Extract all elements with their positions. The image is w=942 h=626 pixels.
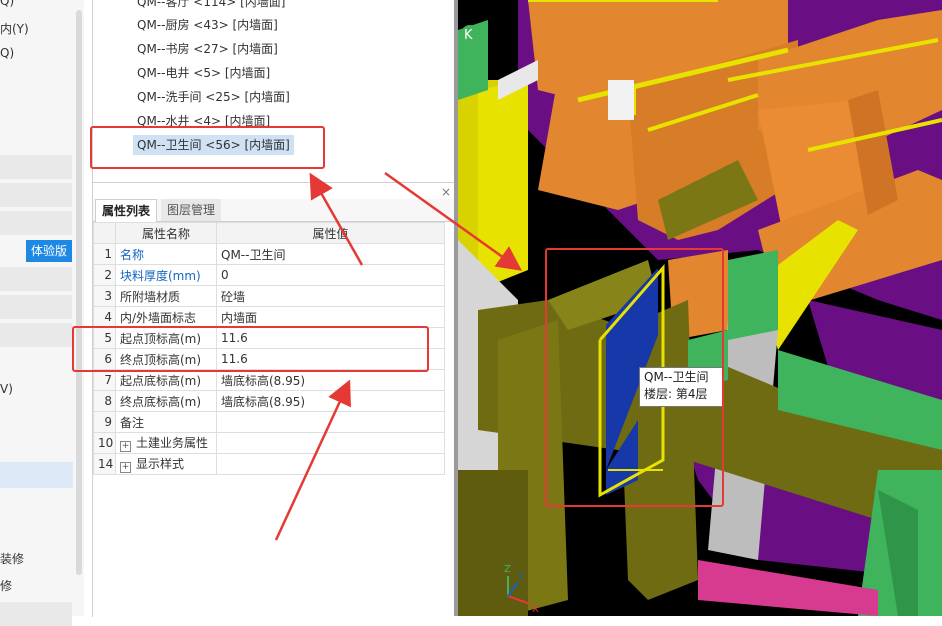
annotation-arrows <box>274 171 523 541</box>
annotation-arrow <box>309 172 364 266</box>
annotation-arrow <box>274 379 351 541</box>
annotation-arrow <box>384 171 523 271</box>
